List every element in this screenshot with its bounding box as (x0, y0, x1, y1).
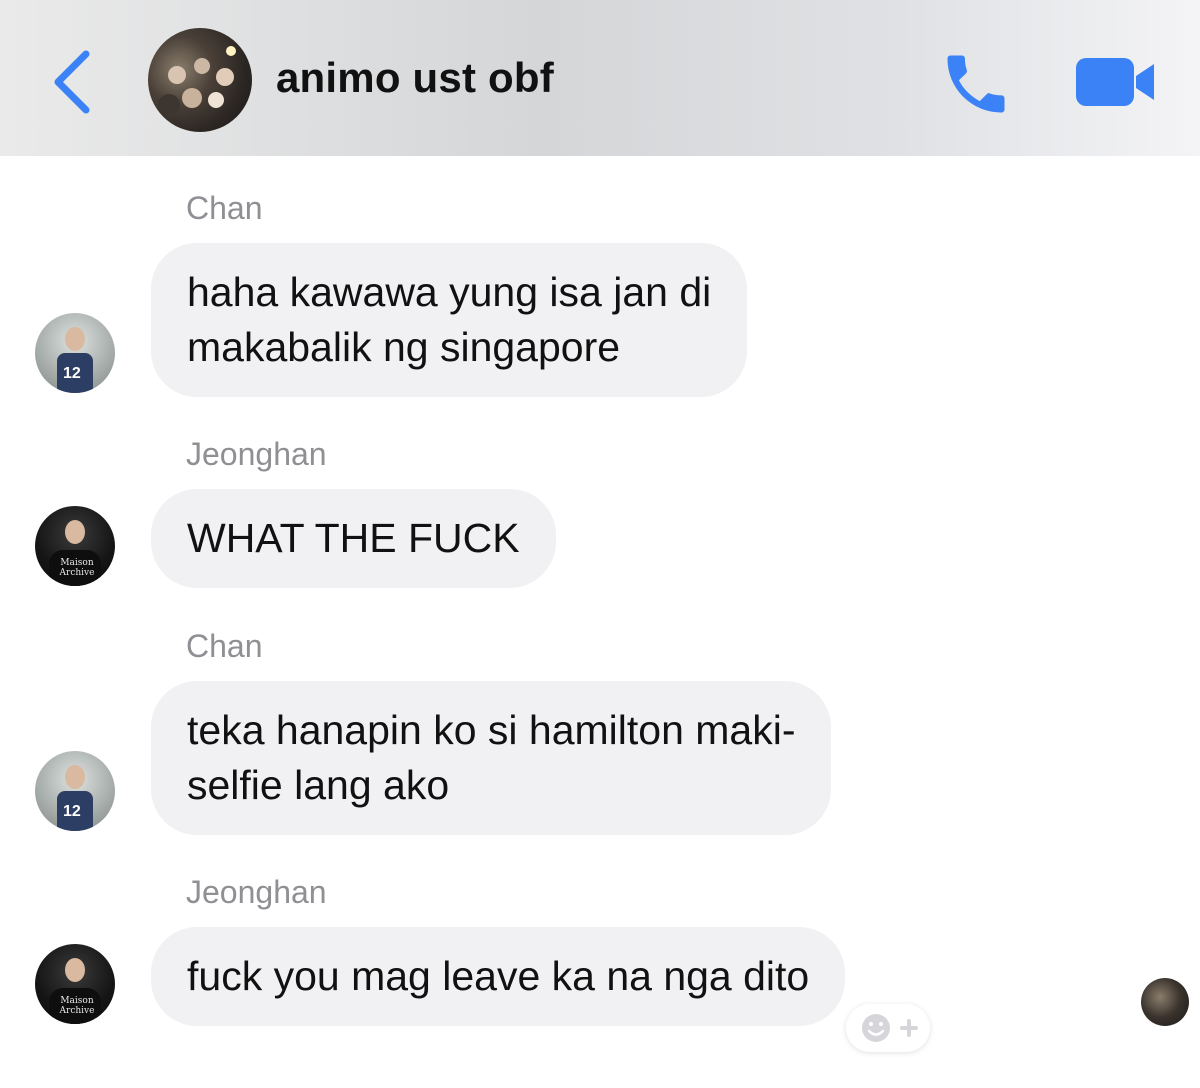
video-call-button[interactable] (1072, 52, 1158, 112)
voice-call-button[interactable] (938, 46, 1014, 122)
message-line: haha kawawa yung isa jan di (187, 269, 712, 315)
sender-name: Chan (186, 190, 263, 226)
message-bubble[interactable]: fuck you mag leave ka na nga dito (151, 927, 846, 1026)
message-bubble[interactable]: WHAT THE FUCK (151, 489, 556, 588)
back-button[interactable] (44, 44, 104, 120)
sender-name: Jeonghan (186, 874, 327, 910)
video-camera-icon (1076, 58, 1154, 106)
chat-title[interactable]: animo ust obf (276, 54, 554, 102)
message-line: fuck you mag leave ka na nga dito (187, 953, 810, 999)
jersey-number: 12 (63, 803, 81, 820)
message-bubble[interactable]: haha kawawa yung isa jan di makabalik ng… (151, 243, 748, 397)
avatar-chan[interactable]: 12 (35, 751, 115, 831)
sender-name: Chan (186, 628, 263, 664)
add-reaction-icon (862, 1014, 918, 1042)
jersey-number: 12 (63, 365, 81, 382)
shirt-text: Maison Archive (59, 558, 95, 578)
message-line: selfie lang ako (187, 762, 450, 808)
group-avatar[interactable] (148, 28, 252, 132)
chat-header: animo ust obf (0, 0, 1200, 156)
chevron-left-icon (54, 50, 90, 114)
add-reaction-button[interactable] (846, 1004, 930, 1052)
message-line: makabalik ng singapore (187, 324, 621, 370)
message-bubble[interactable]: teka hanapin ko si hamilton maki- selfie… (151, 681, 832, 835)
sender-name: Jeonghan (186, 436, 327, 472)
phone-icon (947, 55, 1005, 113)
shirt-text: Maison Archive (59, 996, 95, 1016)
avatar-jeonghan[interactable]: Maison Archive (35, 506, 115, 586)
message-line: WHAT THE FUCK (187, 515, 520, 561)
message-line: teka hanapin ko si hamilton maki- (187, 707, 796, 753)
avatar-jeonghan[interactable]: Maison Archive (35, 944, 115, 1024)
read-receipt-avatar (1141, 978, 1189, 1026)
avatar-chan[interactable]: 12 (35, 313, 115, 393)
